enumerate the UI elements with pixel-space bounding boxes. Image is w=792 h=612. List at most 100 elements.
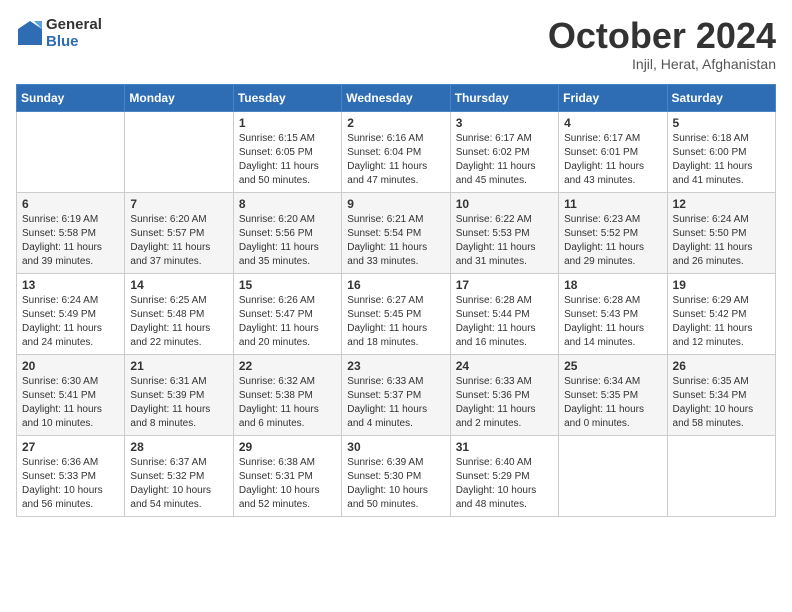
day-number: 28 xyxy=(130,440,227,454)
week-row-4: 20Sunrise: 6:30 AM Sunset: 5:41 PM Dayli… xyxy=(17,354,776,435)
day-info: Sunrise: 6:38 AM Sunset: 5:31 PM Dayligh… xyxy=(239,456,336,512)
day-info: Sunrise: 6:31 AM Sunset: 5:39 PM Dayligh… xyxy=(130,375,227,431)
day-number: 14 xyxy=(130,278,227,292)
day-info: Sunrise: 6:26 AM Sunset: 5:47 PM Dayligh… xyxy=(239,294,336,350)
day-number: 13 xyxy=(22,278,119,292)
day-info: Sunrise: 6:25 AM Sunset: 5:48 PM Dayligh… xyxy=(130,294,227,350)
day-info: Sunrise: 6:39 AM Sunset: 5:30 PM Dayligh… xyxy=(347,456,444,512)
day-cell: 7 Sunrise: 6:20 AM Sunset: 5:57 PM Daylig… xyxy=(125,192,233,273)
day-number: 21 xyxy=(130,359,227,373)
day-cell: 17 Sunrise: 6:28 AM Sunset: 5:44 PM Dayli… xyxy=(450,273,558,354)
day-number: 12 xyxy=(673,197,770,211)
day-number: 6 xyxy=(22,197,119,211)
day-cell: 3 Sunrise: 6:17 AM Sunset: 6:02 PM Daylig… xyxy=(450,111,558,192)
header-cell-thursday: Thursday xyxy=(450,84,558,111)
day-number: 29 xyxy=(239,440,336,454)
day-info: Sunrise: 6:27 AM Sunset: 5:45 PM Dayligh… xyxy=(347,294,444,350)
day-cell xyxy=(559,435,667,516)
day-number: 22 xyxy=(239,359,336,373)
title-block: October 2024 Injil, Herat, Afghanistan xyxy=(548,16,776,72)
day-cell: 11 Sunrise: 6:23 AM Sunset: 5:52 PM Dayli… xyxy=(559,192,667,273)
day-cell: 9Sunrise: 6:21 AM Sunset: 5:54 PM Daylig… xyxy=(342,192,450,273)
logo-text-general: General xyxy=(46,16,102,33)
day-number: 23 xyxy=(347,359,444,373)
day-info: Sunrise: 6:30 AM Sunset: 5:41 PM Dayligh… xyxy=(22,375,119,431)
day-cell: 2Sunrise: 6:16 AM Sunset: 6:04 PM Daylig… xyxy=(342,111,450,192)
logo: General Blue xyxy=(16,16,102,50)
day-info: Sunrise: 6:28 AM Sunset: 5:44 PM Dayligh… xyxy=(456,294,553,350)
day-info: Sunrise: 6:20 AM Sunset: 5:57 PM Dayligh… xyxy=(130,213,227,269)
header-cell-tuesday: Tuesday xyxy=(233,84,341,111)
logo-icon xyxy=(16,19,44,47)
day-info: Sunrise: 6:36 AM Sunset: 5:33 PM Dayligh… xyxy=(22,456,119,512)
day-cell: 24 Sunrise: 6:33 AM Sunset: 5:36 PM Dayli… xyxy=(450,354,558,435)
header-cell-saturday: Saturday xyxy=(667,84,775,111)
day-info: Sunrise: 6:18 AM Sunset: 6:00 PM Dayligh… xyxy=(673,132,770,188)
day-info: Sunrise: 6:28 AM Sunset: 5:43 PM Dayligh… xyxy=(564,294,661,350)
week-row-3: 13 Sunrise: 6:24 AM Sunset: 5:49 PM Dayli… xyxy=(17,273,776,354)
day-info: Sunrise: 6:34 AM Sunset: 5:35 PM Dayligh… xyxy=(564,375,661,431)
day-number: 17 xyxy=(456,278,553,292)
day-cell: 18 Sunrise: 6:28 AM Sunset: 5:43 PM Dayli… xyxy=(559,273,667,354)
day-info: Sunrise: 6:29 AM Sunset: 5:42 PM Dayligh… xyxy=(673,294,770,350)
day-cell: 8Sunrise: 6:20 AM Sunset: 5:56 PM Daylig… xyxy=(233,192,341,273)
day-cell: 12Sunrise: 6:24 AM Sunset: 5:50 PM Dayli… xyxy=(667,192,775,273)
calendar-table: SundayMondayTuesdayWednesdayThursdayFrid… xyxy=(16,84,776,517)
day-info: Sunrise: 6:23 AM Sunset: 5:52 PM Dayligh… xyxy=(564,213,661,269)
day-number: 5 xyxy=(673,116,770,130)
day-cell: 15 Sunrise: 6:26 AM Sunset: 5:47 PM Dayli… xyxy=(233,273,341,354)
day-number: 9 xyxy=(347,197,444,211)
header-cell-wednesday: Wednesday xyxy=(342,84,450,111)
day-number: 16 xyxy=(347,278,444,292)
calendar-body: 1Sunrise: 6:15 AM Sunset: 6:05 PM Daylig… xyxy=(17,111,776,516)
day-cell: 30 Sunrise: 6:39 AM Sunset: 5:30 PM Dayli… xyxy=(342,435,450,516)
day-cell: 26 Sunrise: 6:35 AM Sunset: 5:34 PM Dayli… xyxy=(667,354,775,435)
day-number: 3 xyxy=(456,116,553,130)
header-cell-sunday: Sunday xyxy=(17,84,125,111)
day-number: 1 xyxy=(239,116,336,130)
day-cell: 25Sunrise: 6:34 AM Sunset: 5:35 PM Dayli… xyxy=(559,354,667,435)
day-number: 11 xyxy=(564,197,661,211)
location: Injil, Herat, Afghanistan xyxy=(548,56,776,72)
day-cell: 28Sunrise: 6:37 AM Sunset: 5:32 PM Dayli… xyxy=(125,435,233,516)
day-cell: 31Sunrise: 6:40 AM Sunset: 5:29 PM Dayli… xyxy=(450,435,558,516)
day-number: 4 xyxy=(564,116,661,130)
day-cell: 27 Sunrise: 6:36 AM Sunset: 5:33 PM Dayli… xyxy=(17,435,125,516)
day-cell xyxy=(125,111,233,192)
day-cell: 21 Sunrise: 6:31 AM Sunset: 5:39 PM Dayli… xyxy=(125,354,233,435)
month-title: October 2024 xyxy=(548,16,776,56)
day-info: Sunrise: 6:22 AM Sunset: 5:53 PM Dayligh… xyxy=(456,213,553,269)
week-row-1: 1Sunrise: 6:15 AM Sunset: 6:05 PM Daylig… xyxy=(17,111,776,192)
day-cell xyxy=(17,111,125,192)
day-info: Sunrise: 6:33 AM Sunset: 5:36 PM Dayligh… xyxy=(456,375,553,431)
day-cell: 16 Sunrise: 6:27 AM Sunset: 5:45 PM Dayli… xyxy=(342,273,450,354)
day-info: Sunrise: 6:16 AM Sunset: 6:04 PM Dayligh… xyxy=(347,132,444,188)
day-cell: 5 Sunrise: 6:18 AM Sunset: 6:00 PM Daylig… xyxy=(667,111,775,192)
calendar-header-row: SundayMondayTuesdayWednesdayThursdayFrid… xyxy=(17,84,776,111)
day-number: 18 xyxy=(564,278,661,292)
day-cell: 13 Sunrise: 6:24 AM Sunset: 5:49 PM Dayli… xyxy=(17,273,125,354)
day-number: 7 xyxy=(130,197,227,211)
day-info: Sunrise: 6:19 AM Sunset: 5:58 PM Dayligh… xyxy=(22,213,119,269)
day-cell: 14 Sunrise: 6:25 AM Sunset: 5:48 PM Dayli… xyxy=(125,273,233,354)
day-number: 27 xyxy=(22,440,119,454)
day-info: Sunrise: 6:17 AM Sunset: 6:01 PM Dayligh… xyxy=(564,132,661,188)
day-cell: 10 Sunrise: 6:22 AM Sunset: 5:53 PM Dayli… xyxy=(450,192,558,273)
page-header: General Blue October 2024 Injil, Herat, … xyxy=(16,16,776,72)
day-cell: 4 Sunrise: 6:17 AM Sunset: 6:01 PM Daylig… xyxy=(559,111,667,192)
day-info: Sunrise: 6:32 AM Sunset: 5:38 PM Dayligh… xyxy=(239,375,336,431)
day-cell: 6 Sunrise: 6:19 AM Sunset: 5:58 PM Daylig… xyxy=(17,192,125,273)
logo-text-blue: Blue xyxy=(46,33,102,50)
day-cell: 20Sunrise: 6:30 AM Sunset: 5:41 PM Dayli… xyxy=(17,354,125,435)
day-number: 26 xyxy=(673,359,770,373)
day-number: 30 xyxy=(347,440,444,454)
day-info: Sunrise: 6:35 AM Sunset: 5:34 PM Dayligh… xyxy=(673,375,770,431)
header-cell-monday: Monday xyxy=(125,84,233,111)
day-info: Sunrise: 6:17 AM Sunset: 6:02 PM Dayligh… xyxy=(456,132,553,188)
day-number: 15 xyxy=(239,278,336,292)
day-info: Sunrise: 6:40 AM Sunset: 5:29 PM Dayligh… xyxy=(456,456,553,512)
day-number: 10 xyxy=(456,197,553,211)
day-number: 24 xyxy=(456,359,553,373)
day-info: Sunrise: 6:24 AM Sunset: 5:49 PM Dayligh… xyxy=(22,294,119,350)
day-number: 19 xyxy=(673,278,770,292)
